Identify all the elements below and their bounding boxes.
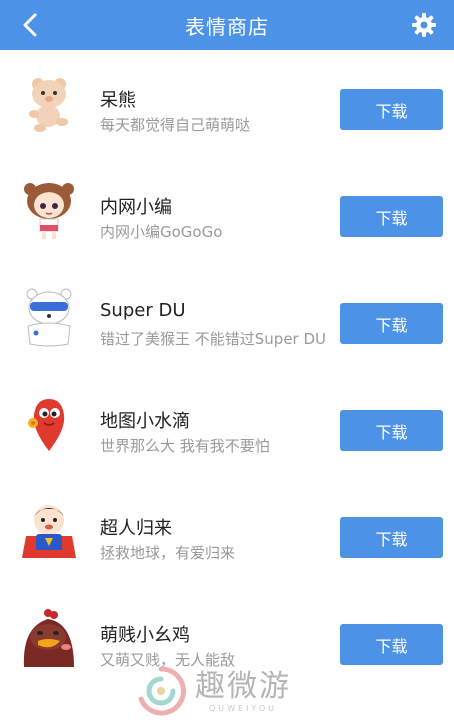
download-button[interactable]: 下载 [340,89,443,130]
sticker-name: 呆熊 [100,90,136,111]
chevron-left-icon [23,13,37,37]
sticker-name: 内网小编 [100,197,172,218]
bear-avatar [18,72,80,134]
girl-avatar [18,179,80,241]
download-button[interactable]: 下载 [340,410,443,451]
list-item[interactable]: Super DU 错过了美猴王 不能错过Super DU 下载 [0,264,454,371]
download-button[interactable]: 下载 [340,624,443,665]
watermark-logo-icon [138,666,186,716]
sticker-desc: 拯救地球，有爱归来 [100,544,236,562]
list-item[interactable]: 超人归来 拯救地球，有爱归来 下载 [0,478,454,585]
du-bear-avatar [18,286,80,348]
download-button[interactable]: 下载 [340,303,443,344]
sticker-desc: 每天都觉得自己萌萌哒 [100,116,251,134]
sticker-name: 地图小水滴 [100,411,190,432]
watermark-subtext: QUWEIYOU [208,703,278,713]
settings-button[interactable] [408,9,440,41]
watermark: 趣微游 QUWEIYOU [135,662,345,720]
sticker-list: 呆熊 每天都觉得自己萌萌哒 下载 内网小编 内网小编GoGoGo 下载 Supe… [0,50,454,692]
download-button[interactable]: 下载 [340,517,443,558]
page-title: 表情商店 [185,14,269,39]
chicken-avatar [18,607,80,669]
sticker-desc: 世界那么大 我有我不要怕 [100,437,270,455]
sticker-name: Super DU [100,300,186,321]
download-button[interactable]: 下载 [340,196,443,237]
list-item[interactable]: 地图小水滴 世界那么大 我有我不要怕 下载 [0,371,454,478]
list-item[interactable]: 呆熊 每天都觉得自己萌萌哒 下载 [0,50,454,157]
sticker-name: 萌贱小幺鸡 [100,625,190,646]
sticker-name: 超人归来 [100,518,172,539]
sticker-desc: 错过了美猴王 不能错过Super DU [100,330,327,348]
app-header: 表情商店 [0,0,454,50]
superman-avatar [18,500,80,562]
back-button[interactable] [14,9,46,41]
sticker-desc: 内网小编GoGoGo [100,223,223,241]
water-drop-avatar [18,393,80,455]
watermark-text: 趣微游 [195,668,291,704]
list-item[interactable]: 内网小编 内网小编GoGoGo 下载 [0,157,454,264]
gear-icon [412,13,436,37]
